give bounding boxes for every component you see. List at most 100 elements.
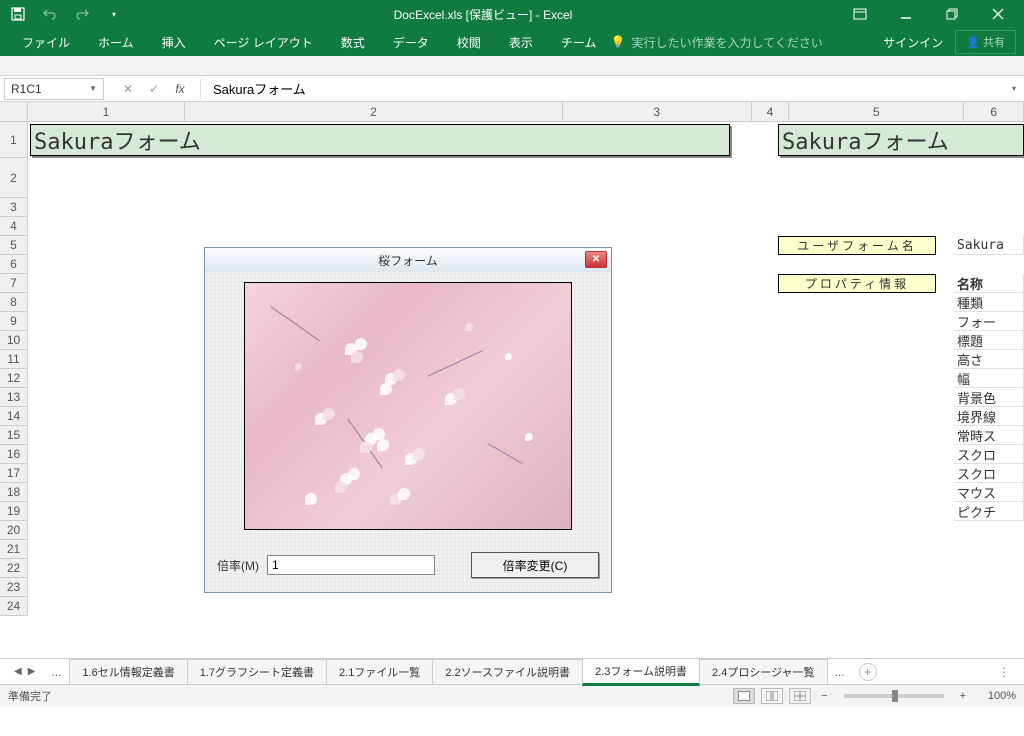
cell-property-label[interactable]: プロパティ情報 [778,274,936,293]
rate-change-button[interactable]: 倍率変更(C) [471,552,599,578]
sheet-tab[interactable]: 2.1ファイル一覧 [326,659,433,684]
signin-link[interactable]: サインイン [883,34,943,51]
row-header[interactable]: 13 [0,388,27,407]
sheet-tab[interactable]: 2.2ソースファイル説明書 [432,659,583,684]
tab-file[interactable]: ファイル [8,28,84,57]
tab-team[interactable]: チーム [547,28,611,57]
row-header[interactable]: 1 [0,122,27,158]
row-header[interactable]: 20 [0,521,27,540]
col-header[interactable]: 3 [563,102,752,121]
redo-button[interactable] [68,2,96,26]
cell-prop[interactable]: 高さ [954,350,1024,369]
dialog-close-button[interactable]: ✕ [585,251,607,268]
row-header[interactable]: 23 [0,578,27,597]
cell-prop[interactable]: 種類 [954,293,1024,312]
tab-pagelayout[interactable]: ページ レイアウト [200,28,327,57]
ribbon-display-options[interactable] [838,2,882,26]
cell-prop[interactable]: ピクチ [954,502,1024,521]
sheet-more-right[interactable]: ... [827,661,853,683]
tab-home[interactable]: ホーム [84,28,148,57]
tab-view[interactable]: 表示 [495,28,547,57]
zoom-out-button[interactable]: − [817,690,831,702]
sheet-more-left[interactable]: ... [43,661,69,683]
cell-prop[interactable]: 常時ス [954,426,1024,445]
cell-title-2[interactable]: Sakuraフォーム [778,124,1024,156]
row-header[interactable]: 5 [0,236,27,255]
sheet-tab[interactable]: 2.4プロシージャ一覧 [699,659,828,684]
row-header[interactable]: 18 [0,483,27,502]
tab-formulas[interactable]: 数式 [327,28,379,57]
formula-bar-expand[interactable]: ▾ [1004,84,1024,93]
col-header[interactable]: 2 [185,102,563,121]
save-button[interactable] [4,2,32,26]
select-all-corner[interactable] [0,102,28,122]
close-button[interactable] [976,2,1020,26]
cell-prop[interactable]: 境界線 [954,407,1024,426]
row-header[interactable]: 8 [0,293,27,312]
col-header[interactable]: 5 [789,102,964,121]
view-pagelayout-button[interactable] [761,688,783,704]
cell-prop[interactable]: スクロ [954,445,1024,464]
cell-prop[interactable]: マウス [954,483,1024,502]
zoom-slider[interactable] [844,694,944,698]
share-button[interactable]: 👤 共有 [955,30,1016,54]
tab-insert[interactable]: 挿入 [148,28,200,57]
sheet-tab[interactable]: 1.7グラフシート定義書 [187,659,327,684]
add-sheet-button[interactable]: + [859,663,877,681]
qat-customize[interactable]: ▾ [100,2,128,26]
insert-function-button[interactable]: fx [168,79,192,99]
row-header[interactable]: 24 [0,597,27,616]
chevron-down-icon[interactable]: ▼ [89,84,97,93]
row-header[interactable]: 16 [0,445,27,464]
row-header[interactable]: 19 [0,502,27,521]
col-header[interactable]: 4 [752,102,790,121]
sheet-tab-active[interactable]: 2.3フォーム説明書 [582,658,700,686]
cell-userform-value[interactable]: Sakura [954,236,1024,255]
row-header[interactable]: 2 [0,158,27,198]
row-header[interactable]: 10 [0,331,27,350]
cell-prop[interactable]: 幅 [954,369,1024,388]
row-header[interactable]: 15 [0,426,27,445]
tab-review[interactable]: 校閲 [443,28,495,57]
cancel-formula-button[interactable]: ✕ [116,79,140,99]
row-header[interactable]: 4 [0,217,27,236]
row-header[interactable]: 11 [0,350,27,369]
name-box[interactable]: R1C1 ▼ [4,78,104,100]
view-normal-button[interactable] [733,688,755,704]
tell-me[interactable]: 💡 実行したい作業を入力してください [610,34,822,51]
cell-prop[interactable]: スクロ [954,464,1024,483]
spreadsheet-grid[interactable]: 1 2 3 4 5 6 1 2 3 4 5 6 7 8 9 10 11 12 1… [0,102,1024,658]
undo-button[interactable] [36,2,64,26]
row-header[interactable]: 12 [0,369,27,388]
minimize-button[interactable] [884,2,928,26]
sheet-nav-prev[interactable]: ▶ [28,666,36,677]
cell-prop[interactable]: 背景色 [954,388,1024,407]
col-header[interactable]: 6 [964,102,1024,121]
sheet-tab[interactable]: 1.6セル情報定義書 [69,659,187,684]
row-header[interactable]: 17 [0,464,27,483]
formula-input[interactable] [205,79,1004,98]
enter-formula-button[interactable]: ✓ [142,79,166,99]
cell-title-1[interactable]: Sakuraフォーム [30,124,730,156]
cell-userform-label[interactable]: ユーザフォーム名 [778,236,936,255]
tab-scroll-menu[interactable]: ⋮ [990,665,1018,679]
row-header[interactable]: 21 [0,540,27,559]
rate-input[interactable] [267,555,435,575]
zoom-in-button[interactable]: + [956,690,970,702]
sheet-nav-first[interactable]: ◀ [14,666,22,677]
col-header[interactable]: 1 [28,102,185,121]
cell-prop[interactable]: 名称 [954,274,1024,293]
zoom-level[interactable]: 100% [976,690,1016,702]
cell-prop[interactable]: 標題 [954,331,1024,350]
row-header[interactable]: 7 [0,274,27,293]
tab-data[interactable]: データ [379,28,443,57]
row-header[interactable]: 3 [0,198,27,217]
row-header[interactable]: 9 [0,312,27,331]
dialog-titlebar[interactable]: 桜フォーム ✕ [205,248,611,272]
row-header[interactable]: 14 [0,407,27,426]
cell-prop[interactable]: フォー [954,312,1024,331]
row-header[interactable]: 6 [0,255,27,274]
view-pagebreak-button[interactable] [789,688,811,704]
row-header[interactable]: 22 [0,559,27,578]
restore-button[interactable] [930,2,974,26]
